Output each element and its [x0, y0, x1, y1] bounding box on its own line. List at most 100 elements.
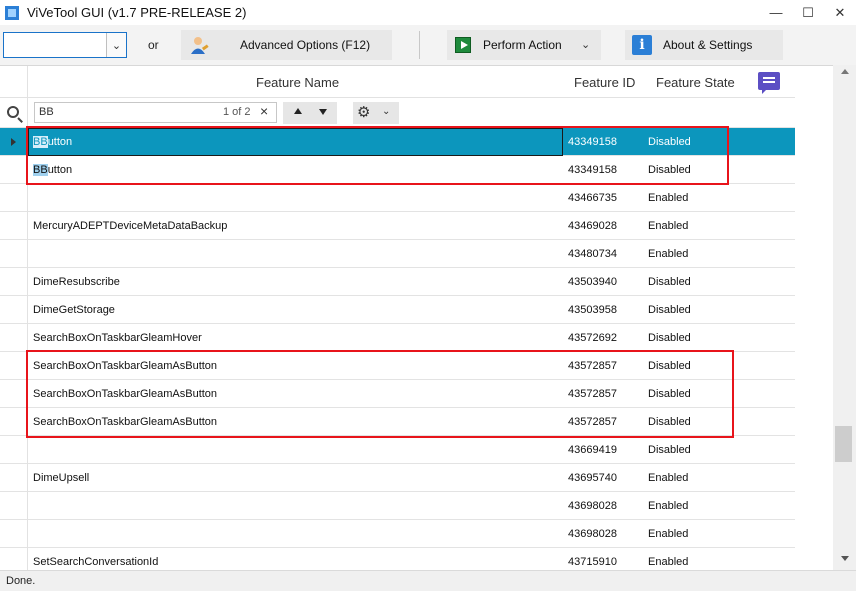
table-row[interactable]: SearchBoxOnTaskbarGleamHover 43572692 Disa… [0, 324, 795, 352]
row-header[interactable] [0, 520, 28, 548]
table-row[interactable]: 43669419 Disabled [0, 436, 795, 464]
row-header[interactable] [0, 184, 28, 212]
table-row[interactable]: 43466735 Enabled [0, 184, 795, 212]
table-row[interactable]: SetSearchConversationId 43715910 Enabled [0, 548, 795, 570]
minimize-button[interactable]: — [760, 0, 792, 25]
scroll-thumb[interactable] [835, 426, 852, 462]
feature-state-cell[interactable]: Disabled [648, 276, 691, 288]
row-header[interactable] [0, 436, 28, 464]
table-row[interactable]: BButton 43349158 Disabled [0, 128, 795, 156]
column-header-feature-name[interactable]: Feature Name [256, 75, 339, 90]
feature-state-cell[interactable]: Enabled [648, 528, 688, 540]
feature-name-cell[interactable]: SetSearchConversationId [33, 556, 158, 568]
table-row[interactable]: SearchBoxOnTaskbarGleamAsButton 43572857 D… [0, 408, 795, 436]
table-row[interactable]: SearchBoxOnTaskbarGleamAsButton 43572857 D… [0, 380, 795, 408]
feature-state-cell[interactable]: Disabled [648, 164, 691, 176]
feature-state-cell[interactable]: Enabled [648, 556, 688, 568]
feature-id-cell[interactable]: 43469028 [568, 220, 617, 232]
feature-name-cell[interactable]: SearchBoxOnTaskbarGleamHover [33, 332, 202, 344]
search-options-button[interactable]: ⚙ ⌄ [353, 102, 399, 124]
feature-id-cell[interactable]: 43669419 [568, 444, 617, 456]
comment-icon[interactable] [758, 72, 780, 94]
feature-id-cell[interactable]: 43503940 [568, 276, 617, 288]
close-icon[interactable]: × [260, 103, 268, 119]
table-row[interactable]: DimeGetStorage 43503958 Disabled [0, 296, 795, 324]
title-bar: ViVeTool GUI (v1.7 PRE-RELEASE 2) — ☐ ✕ [0, 0, 856, 25]
table-row[interactable]: 43698028 Enabled [0, 492, 795, 520]
vertical-scrollbar[interactable] [833, 65, 856, 570]
feature-state-cell[interactable]: Disabled [648, 136, 691, 148]
feature-name-cell[interactable]: DimeGetStorage [33, 304, 115, 316]
feature-id-cell[interactable]: 43466735 [568, 192, 617, 204]
perform-action-label: Perform Action [483, 38, 562, 52]
feature-name-cell[interactable]: BButton [33, 136, 72, 148]
feature-state-cell[interactable]: Enabled [648, 248, 688, 260]
feature-state-cell[interactable]: Disabled [648, 332, 691, 344]
feature-id-cell[interactable]: 43698028 [568, 528, 617, 540]
column-header-feature-state[interactable]: Feature State [656, 75, 735, 90]
feature-id-cell[interactable]: 43572857 [568, 360, 617, 372]
feature-state-cell[interactable]: Disabled [648, 304, 691, 316]
feature-name-cell[interactable]: SearchBoxOnTaskbarGleamAsButton [33, 416, 217, 428]
feature-state-cell[interactable]: Disabled [648, 360, 691, 372]
row-header[interactable] [0, 240, 28, 268]
row-header[interactable] [0, 296, 28, 324]
feature-name-text: DimeResubscribe [33, 276, 120, 288]
feature-state-cell[interactable]: Disabled [648, 444, 691, 456]
advanced-options-button[interactable]: Advanced Options (F12) [181, 30, 392, 60]
row-header[interactable] [0, 128, 28, 156]
search-previous-button[interactable] [294, 108, 302, 114]
about-settings-button[interactable]: i About & Settings [625, 30, 783, 60]
feature-id-cell[interactable]: 43349158 [568, 136, 617, 148]
table-row[interactable]: SearchBoxOnTaskbarGleamAsButton 43572857 D… [0, 352, 795, 380]
feature-id-cell[interactable]: 43572857 [568, 388, 617, 400]
row-header[interactable] [0, 156, 28, 184]
feature-id-cell[interactable]: 43480734 [568, 248, 617, 260]
row-header[interactable] [0, 352, 28, 380]
feature-name-cell[interactable]: SearchBoxOnTaskbarGleamAsButton [33, 360, 217, 372]
feature-name-cell[interactable]: MercuryADEPTDeviceMetaDataBackup [33, 220, 227, 232]
build-combo[interactable]: ⌄ [3, 32, 127, 58]
feature-state-cell[interactable]: Disabled [648, 388, 691, 400]
feature-name-cell[interactable]: DimeUpsell [33, 472, 89, 484]
row-header[interactable] [0, 324, 28, 352]
maximize-button[interactable]: ☐ [792, 0, 824, 25]
feature-name-cell[interactable]: SearchBoxOnTaskbarGleamAsButton [33, 388, 217, 400]
close-button[interactable]: ✕ [824, 0, 856, 25]
search-input[interactable]: BB 1 of 2 × [34, 102, 277, 123]
feature-name-text: SearchBoxOnTaskbarGleamAsButton [33, 388, 218, 400]
feature-id-cell[interactable]: 43715910 [568, 556, 617, 568]
table-row[interactable]: DimeResubscribe 43503940 Disabled [0, 268, 795, 296]
feature-id-cell[interactable]: 43572857 [568, 416, 617, 428]
row-header[interactable] [0, 464, 28, 492]
feature-id-cell[interactable]: 43349158 [568, 164, 617, 176]
table-row[interactable]: 43698028 Enabled [0, 520, 795, 548]
row-header[interactable] [0, 408, 28, 436]
feature-state-cell[interactable]: Enabled [648, 472, 688, 484]
row-header[interactable] [0, 492, 28, 520]
perform-action-button[interactable]: Perform Action ⌄ [447, 30, 601, 60]
row-header[interactable] [0, 548, 28, 570]
row-header[interactable] [0, 380, 28, 408]
feature-state-cell[interactable]: Disabled [648, 416, 691, 428]
feature-name-cell[interactable]: DimeResubscribe [33, 276, 120, 288]
scroll-up-arrow[interactable] [841, 69, 849, 74]
feature-state-cell[interactable]: Enabled [648, 220, 688, 232]
feature-name-cell[interactable]: BButton [33, 164, 72, 176]
row-header[interactable] [0, 268, 28, 296]
feature-id-cell[interactable]: 43695740 [568, 472, 617, 484]
feature-id-cell[interactable]: 43698028 [568, 500, 617, 512]
search-next-button[interactable] [319, 109, 327, 115]
table-row[interactable]: DimeUpsell 43695740 Enabled [0, 464, 795, 492]
feature-state-cell[interactable]: Enabled [648, 192, 688, 204]
column-header-feature-id[interactable]: Feature ID [574, 75, 635, 90]
table-row[interactable]: 43480734 Enabled [0, 240, 795, 268]
scroll-down-arrow[interactable] [841, 556, 849, 561]
feature-id-cell[interactable]: 43572692 [568, 332, 617, 344]
chevron-down-icon[interactable]: ⌄ [106, 33, 126, 57]
feature-id-cell[interactable]: 43503958 [568, 304, 617, 316]
table-row[interactable]: BButton 43349158 Disabled [0, 156, 795, 184]
row-header[interactable] [0, 212, 28, 240]
feature-state-cell[interactable]: Enabled [648, 500, 688, 512]
table-row[interactable]: MercuryADEPTDeviceMetaDataBackup 43469028… [0, 212, 795, 240]
